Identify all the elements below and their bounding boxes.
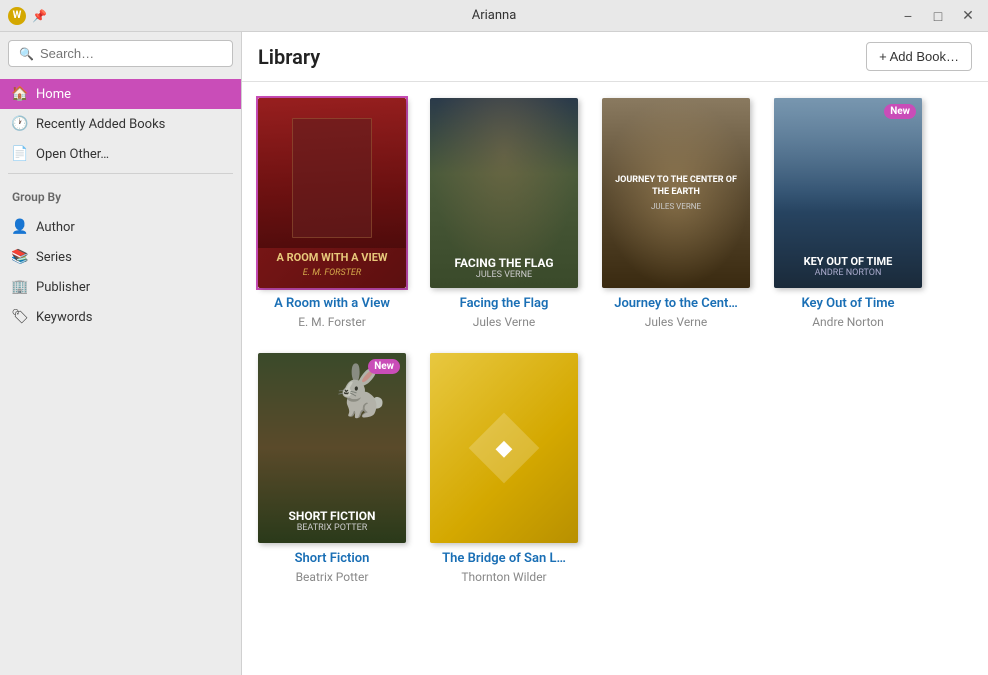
cover-title-key-time: KEY OUT OF TIME [804,255,893,268]
sidebar-item-keywords[interactable]: 🏷 Keywords [0,302,241,332]
book-title-journey: Journey to the Cent… [614,296,738,313]
book-cover-key-time: KEY OUT OF TIME ANDRE NORTON [774,98,922,288]
diamond-icon: ◆ [496,435,513,460]
title-bar: W 📌 Arianna − □ ✕ [0,0,988,32]
clock-icon: 🕐 [12,116,28,132]
book-cover-wrapper-key-time: New KEY OUT OF TIME ANDRE NORTON [774,98,922,288]
book-card-short-fiction[interactable]: New 🐇 SHORT FICTION BEATRIX POTTER Short… [258,353,406,584]
file-icon: 📄 [12,146,28,162]
title-bar-left: W 📌 [8,7,47,25]
sidebar-divider [8,173,233,174]
search-icon: 🔍 [19,47,34,61]
book-card-key-time[interactable]: New KEY OUT OF TIME ANDRE NORTON Key Out… [774,98,922,329]
new-badge-short-fiction: New [368,359,400,374]
book-author-key-time: Andre Norton [812,315,884,329]
book-title-key-time: Key Out of Time [801,296,894,313]
books-grid: A ROOM WITH A VIEW E. M. FORSTER A Room … [242,82,988,675]
series-icon: 📚 [12,249,28,265]
book-card-facing-flag[interactable]: FACING THE FLAG JULES VERNE Facing the F… [430,98,578,329]
cover-diamond: ◆ [469,413,540,484]
book-author-room-view: E. M. Forster [298,315,366,329]
main-layout: 🔍 🏠 Home 🕐 Recently Added Books 📄 Open O… [0,32,988,675]
book-cover-wrapper-journey: JOURNEY TO THE CENTER OF THE EARTH JULES… [602,98,750,288]
content-header: Library + Add Book… [242,32,988,82]
sidebar-item-author[interactable]: 👤 Author [0,212,241,242]
book-cover-facing-flag: FACING THE FLAG JULES VERNE [430,98,578,288]
sidebar-nav: 🏠 Home 🕐 Recently Added Books 📄 Open Oth… [0,79,241,169]
cover-author-short-fiction: BEATRIX POTTER [297,523,368,533]
new-badge-key-time: New [884,104,916,119]
group-by-label: Group By [0,178,241,208]
sidebar-item-home[interactable]: 🏠 Home [0,79,241,109]
cover-author-key-time: ANDRE NORTON [815,268,882,278]
group-by-nav: 👤 Author 📚 Series 🏢 Publisher 🏷 Keywords [0,212,241,332]
book-cover-wrapper-bridge: ◆ [430,353,578,543]
book-cover-wrapper-facing-flag: FACING THE FLAG JULES VERNE [430,98,578,288]
sidebar-item-open-other[interactable]: 📄 Open Other… [0,139,241,169]
sidebar-item-series-label: Series [36,250,72,265]
cover-title-short-fiction: SHORT FICTION [288,509,375,523]
sidebar-item-author-label: Author [36,220,75,235]
title-bar-controls: − □ ✕ [896,6,980,26]
book-author-journey: Jules Verne [645,315,708,329]
book-card-bridge[interactable]: ◆ The Bridge of San L… Thornton Wilder [430,353,578,584]
book-cover-wrapper-room-view: A ROOM WITH A VIEW E. M. FORSTER [258,98,406,288]
cover-title-facing-flag: FACING THE FLAG [454,256,553,270]
maximize-button[interactable]: □ [926,6,950,26]
sidebar-item-open-other-label: Open Other… [36,147,109,162]
window-title: Arianna [472,8,517,23]
book-title-short-fiction: Short Fiction [295,551,370,568]
keywords-icon: 🏷 [12,309,28,325]
book-card-journey[interactable]: JOURNEY TO THE CENTER OF THE EARTH JULES… [602,98,750,329]
search-bar[interactable]: 🔍 [8,40,233,67]
search-input[interactable] [40,46,222,61]
book-cover-bridge: ◆ [430,353,578,543]
book-title-facing-flag: Facing the Flag [460,296,549,313]
book-title-room-view: A Room with a View [274,296,390,313]
book-cover-short-fiction: 🐇 SHORT FICTION BEATRIX POTTER [258,353,406,543]
content-area: Library + Add Book… A ROOM WITH A VIEW E… [242,32,988,675]
sidebar-item-publisher[interactable]: 🏢 Publisher [0,272,241,302]
cover-title-room-view: A ROOM WITH A VIEW [276,251,387,264]
book-card-room-view[interactable]: A ROOM WITH A VIEW E. M. FORSTER A Room … [258,98,406,329]
sidebar-item-keywords-label: Keywords [36,310,92,325]
minimize-button[interactable]: − [896,6,920,26]
sidebar: 🔍 🏠 Home 🕐 Recently Added Books 📄 Open O… [0,32,242,675]
sidebar-item-series[interactable]: 📚 Series [0,242,241,272]
book-author-facing-flag: Jules Verne [473,315,536,329]
add-book-button[interactable]: + Add Book… [866,42,972,71]
cover-author-facing-flag: JULES VERNE [476,270,532,280]
sidebar-item-recently-added[interactable]: 🕐 Recently Added Books [0,109,241,139]
cover-title-journey: JOURNEY TO THE CENTER OF THE EARTH [612,175,740,198]
book-title-bridge: The Bridge of San L… [442,551,566,568]
author-icon: 👤 [12,219,28,235]
book-cover-room-view: A ROOM WITH A VIEW E. M. FORSTER [258,98,406,288]
book-author-bridge: Thornton Wilder [461,570,546,584]
cover-author-journey: JULES VERNE [651,202,701,211]
page-title: Library [258,45,320,69]
book-author-short-fiction: Beatrix Potter [296,570,369,584]
publisher-icon: 🏢 [12,279,28,295]
sidebar-item-home-label: Home [36,87,71,102]
sidebar-item-publisher-label: Publisher [36,280,90,295]
add-book-label: + Add Book… [879,49,959,64]
sidebar-item-recently-added-label: Recently Added Books [36,117,165,132]
app-icon: W [8,7,26,25]
book-cover-wrapper-short-fiction: New 🐇 SHORT FICTION BEATRIX POTTER [258,353,406,543]
pin-icon: 📌 [32,9,47,23]
home-icon: 🏠 [12,86,28,102]
close-button[interactable]: ✕ [956,6,980,26]
book-cover-journey: JOURNEY TO THE CENTER OF THE EARTH JULES… [602,98,750,288]
cover-author-room-view: E. M. FORSTER [303,268,362,278]
